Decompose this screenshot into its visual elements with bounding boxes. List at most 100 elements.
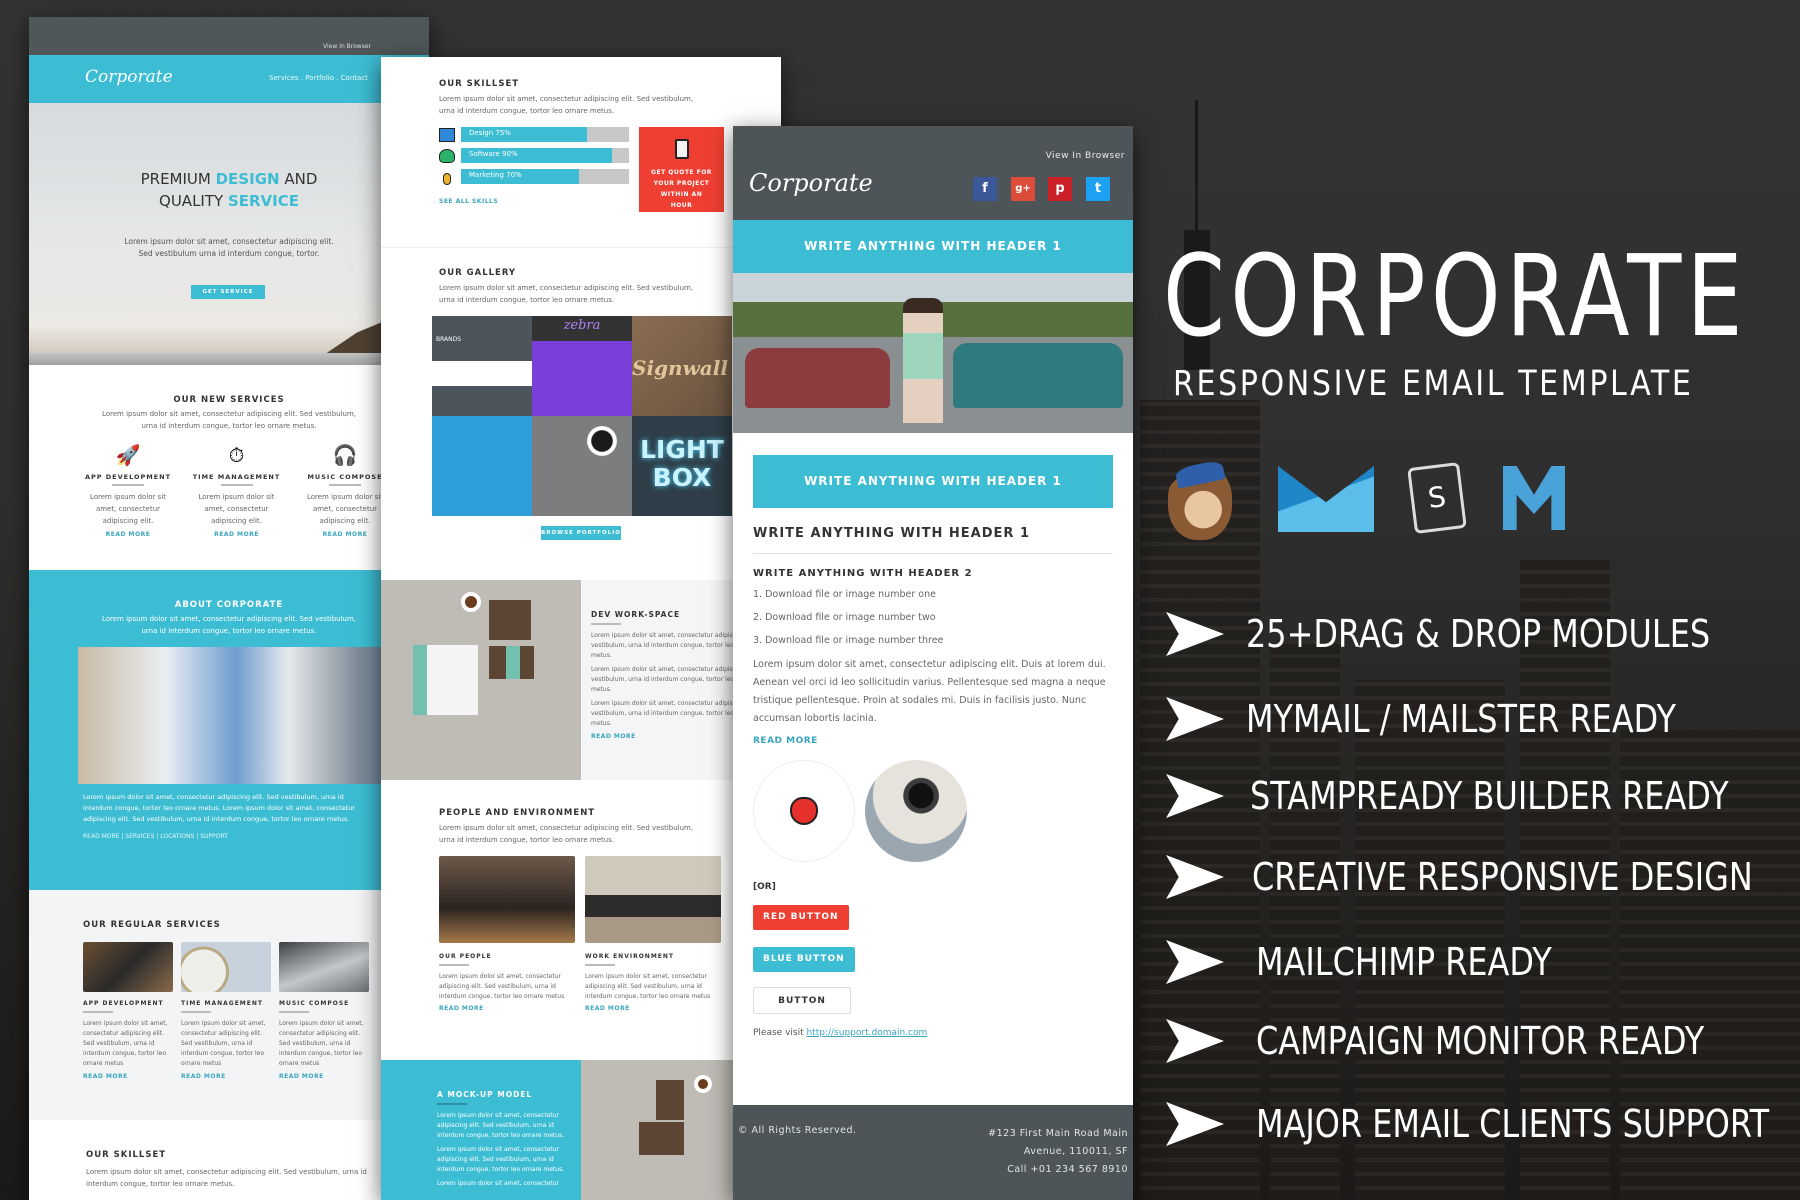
browse-portfolio-button[interactable]: BROWSE PORTFOLIO [541,526,621,540]
logo[interactable]: Corporate [85,67,173,87]
mailchimp-logo-icon [1168,459,1232,540]
gallery-tile[interactable]: vehicles [432,416,532,516]
feature-item: CAMPAIGN MONITOR READY [1166,1019,1790,1063]
platform-logos: S [1168,459,1588,540]
email-preview-panel-1: View In Browser Corporate Services . Por… [29,17,429,1200]
list-item[interactable]: 2. Download file or image number two [753,612,1113,623]
section-title: OUR GALLERY [439,268,517,278]
campaign-monitor-logo-icon [1278,466,1374,532]
see-all-skills-link[interactable]: SEE ALL SKILLS [439,198,629,205]
get-quote-box[interactable]: GET QUOTE FOR YOUR PROJECT WITHIN AN HOU… [639,127,724,212]
laptop-photo [83,942,173,992]
people-card: OUR PEOPLE Lorem ipsum dolor sit amet, c… [439,856,575,1012]
microphone-icon [439,170,455,185]
about-section: ABOUT CORPORATE Lorem ipsum dolor sit am… [29,570,429,890]
read-more-link[interactable]: READ MORE [181,1073,271,1080]
gallery-tile[interactable]: coffee [532,416,632,516]
logo[interactable]: Corporate [749,169,873,197]
arrow-icon [1166,774,1224,818]
arrow-icon [1166,697,1224,741]
plain-button[interactable]: BUTTON [753,987,851,1014]
hero-image-sea [29,353,429,365]
google-plus-icon[interactable]: g+ [1011,177,1035,201]
nav-links[interactable]: Services . Portfolio . Contact [269,74,368,82]
list-item[interactable]: 1. Download file or image number one [753,589,1113,600]
feature-item: CREATIVE RESPONSIVE DESIGN [1166,855,1800,899]
or-label: [OR] [753,882,776,892]
footer-links[interactable]: READ MORE | SERVICES | LOCATIONS | SUPPO… [29,825,429,848]
design-icon [439,127,455,142]
body-text: Lorem ipsum dolor sit amet, consectetur … [753,659,1106,724]
read-more-link[interactable]: READ MORE [279,1073,369,1080]
dev-workspace-section: DEV WORK-SPACE Lorem ipsum dolor sit ame… [381,580,781,780]
new-services-section: OUR NEW SERVICES Lorem ipsum dolor sit a… [29,365,429,570]
section-title: ABOUT CORPORATE [174,600,284,610]
read-more-link[interactable]: READ MORE [83,1073,173,1080]
gallery-section: OUR GALLERY Lorem ipsum dolor sit amet, … [381,247,781,580]
service-item: 🎧 MUSIC COMPOSE Lorem ipsum dolor sit am… [296,440,394,538]
people-card: WORK ENVIRONMENT Lorem ipsum dolor sit a… [585,856,721,1012]
red-button[interactable]: RED BUTTON [753,905,849,930]
gallery-grid: BRANDS zebra Signwall vehicles coffee LI… [432,316,781,516]
read-more-link[interactable]: READ MORE [585,1005,721,1012]
feature-item: MAJOR EMAIL CLIENTS SUPPORT [1166,1102,1800,1146]
twitter-icon[interactable]: t [1086,177,1110,201]
pinterest-icon[interactable]: p [1048,177,1072,201]
rocket-icon: 🚀 [115,443,141,467]
view-in-browser-link[interactable]: View In Browser [323,43,371,50]
read-more-link[interactable]: READ MORE [188,531,286,538]
helmet-icon [439,148,455,163]
support-link[interactable]: http://support.domain.com [806,1028,927,1038]
clock-photo [181,942,271,992]
blue-button[interactable]: BLUE BUTTON [753,947,855,972]
section-title: OUR SKILLSET [86,1150,167,1160]
hero-section: PREMIUM DESIGN AND QUALITY SERVICE Lorem… [29,103,429,365]
service-card: APP DEVELOPMENT Lorem ipsum dolor sit am… [83,942,173,1080]
email-header: View In Browser Corporate f g+ p t [733,126,1133,220]
preheader-bar: View In Browser [29,17,429,55]
copyright: © All Rights Reserved. [738,1125,857,1136]
gallery-tile[interactable]: zebra [532,316,632,416]
header-banner: WRITE ANYTHING WITH HEADER 1 [733,220,1133,273]
get-service-button[interactable]: GET SERVICE [191,285,265,299]
list-item[interactable]: 3. Download file or image number three [753,635,1113,646]
boxed-header: WRITE ANYTHING WITH HEADER 1 [753,455,1113,508]
view-in-browser-link[interactable]: View In Browser [1046,151,1125,161]
regular-services-section: OUR REGULAR SERVICES APP DEVELOPMENT Lor… [29,890,429,1120]
apple-icon-circle [753,760,855,862]
skill-bar: Marketing 70% [461,169,629,184]
support-line: Please visit http://support.domain.com [753,1028,928,1038]
section-title: OUR REGULAR SERVICES [83,920,221,930]
read-more-link[interactable]: READ MORE [296,531,394,538]
read-more-link[interactable]: READ MORE [753,736,1113,746]
navbar: Corporate Services . Portfolio . Contact [29,55,429,103]
download-list: 1. Download file or image number one 2. … [753,589,1113,646]
section-title: OUR NEW SERVICES [173,395,285,405]
gallery-tile[interactable]: Signwall [632,316,732,416]
facebook-icon[interactable]: f [973,177,997,201]
service-item: 🚀 APP DEVELOPMENT Lorem ipsum dolor sit … [79,440,177,538]
desk-photo [585,856,721,943]
mymail-logo-icon [1503,466,1565,530]
skill-bar: Software 90% [461,148,629,163]
skillset-section: OUR SKILLSET Lorem ipsum dolor sit amet,… [29,1120,429,1190]
hero-title: PREMIUM DESIGN AND QUALITY SERVICE [140,170,318,210]
feature-item: MYMAIL / MAILSTER READY [1166,697,1758,741]
feature-item: STAMPREADY BUILDER READY [1166,774,1800,818]
service-item: ⏱ TIME MANAGEMENT Lorem ipsum dolor sit … [188,440,286,538]
apple-icon [790,797,818,825]
stampready-logo-icon: S [1407,462,1467,534]
read-more-link[interactable]: READ MORE [439,1005,575,1012]
headphones-icon: 🎧 [332,443,358,467]
gallery-tile[interactable]: BRANDS [432,316,532,416]
service-card: MUSIC COMPOSE Lorem ipsum dolor sit amet… [279,942,369,1080]
email-preview-panel-3: View In Browser Corporate f g+ p t WRITE… [733,126,1133,1200]
arrow-icon [1166,612,1224,656]
email-footer: © All Rights Reserved. #123 First Main R… [733,1105,1133,1200]
team-photo [78,647,429,784]
arrow-icon [1166,1019,1224,1063]
read-more-link[interactable]: READ MORE [79,531,177,538]
clipboard-icon [674,139,689,159]
gallery-tile[interactable]: LIGHT BOX [632,416,732,516]
hero-subtitle: Lorem ipsum dolor sit amet, consectetur … [124,237,334,258]
